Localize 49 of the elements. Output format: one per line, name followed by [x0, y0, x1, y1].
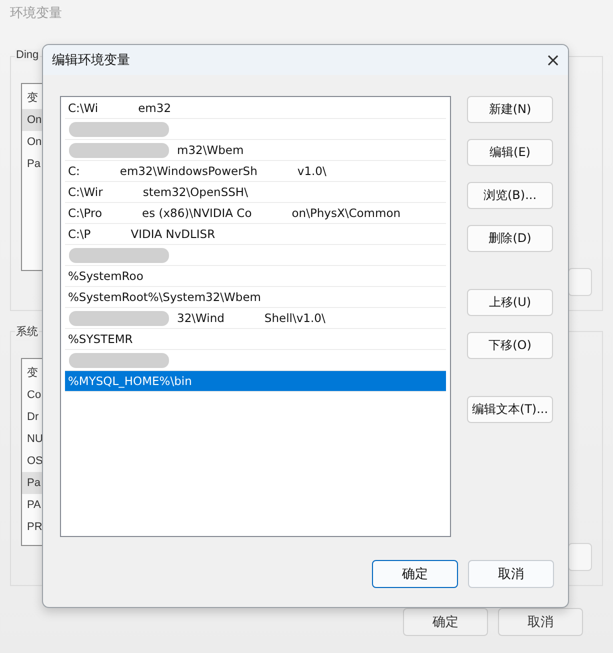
window-title: 环境变量 — [10, 5, 63, 23]
path-row[interactable]: C:\Pro es (x86)\NVIDIA Co on\PhysX\Common — [65, 203, 446, 224]
path-text: VIDIA NvDLISR — [130, 227, 216, 241]
path-text: v1.0\ — [297, 164, 326, 178]
group-label: 系统 — [15, 324, 39, 339]
dialog-button[interactable]: 确定 — [403, 608, 488, 636]
action-button[interactable]: 上移(U) — [467, 289, 553, 316]
side-button[interactable] — [568, 543, 592, 571]
path-row[interactable]: %SystemRoo — [65, 266, 446, 287]
path-text: %SystemRoot%\System32\Wbem — [68, 290, 262, 304]
path-text: es (x86)\NVIDIA Co — [142, 206, 252, 220]
path-text: C:\P — [68, 227, 91, 241]
path-text: C:\Pro — [68, 206, 102, 220]
path-row[interactable]: m32\Wbem — [65, 140, 446, 161]
path-text: %MYSQL_HOME%\bin — [68, 374, 192, 388]
path-list[interactable] — [60, 96, 451, 537]
path-row[interactable]: C: em32\WindowsPowerSh v1.0\ — [65, 161, 446, 182]
path-row[interactable]: %SystemRoot%\System32\Wbem — [65, 287, 446, 308]
side-button[interactable] — [568, 268, 592, 296]
path-text: em32 — [138, 101, 172, 115]
action-button[interactable]: 浏览(B)... — [467, 182, 553, 209]
action-button[interactable]: 编辑文本(T)... — [467, 396, 553, 423]
path-text: em32\WindowsPowerSh — [120, 164, 258, 178]
path-row[interactable]: C:\Wir stem32\OpenSSH\ — [65, 182, 446, 203]
close-button[interactable]: × — [538, 45, 568, 75]
path-row[interactable]: 32\Wind Shell\v1.0\ — [65, 308, 446, 329]
path-text: on\PhysX\Common — [292, 206, 401, 220]
path-text: C:\Wi — [68, 101, 98, 115]
path-row[interactable]: %MYSQL_HOME%\bin — [65, 371, 446, 392]
action-button[interactable]: 删除(D) — [467, 225, 553, 252]
action-button[interactable]: 编辑(E) — [467, 139, 553, 166]
dialog-title: 编辑环境变量 — [52, 52, 130, 69]
action-button[interactable]: 下移(O) — [467, 332, 553, 359]
path-text: C:\Wir — [68, 185, 103, 199]
path-text: %SYSTEMR — [68, 332, 133, 346]
path-row[interactable]: %SYSTEMR — [65, 329, 446, 350]
action-button[interactable]: 新建(N) — [467, 96, 553, 123]
path-text: Shell\v1.0\ — [264, 311, 326, 325]
path-row[interactable]: C:\Wi em32 — [65, 98, 446, 119]
path-text: m32\Wbem — [177, 143, 244, 157]
dialog-button[interactable]: 确定 — [372, 560, 458, 588]
path-row[interactable]: C:\P VIDIA NvDLISR — [65, 224, 446, 245]
path-text: %SystemRoo — [68, 269, 144, 283]
group-label: Ding — [15, 49, 40, 61]
path-text: 32\Wind — [177, 311, 224, 325]
path-text: stem32\OpenSSH\ — [142, 185, 248, 199]
path-text: C: — [68, 164, 80, 178]
dialog-button[interactable]: 取消 — [498, 608, 583, 636]
dialog-button[interactable]: 取消 — [468, 560, 554, 588]
